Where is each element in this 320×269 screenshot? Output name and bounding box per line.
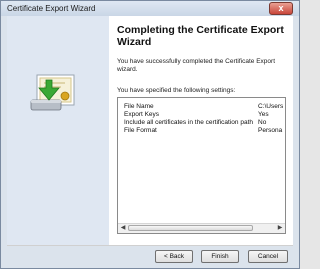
settings-label: You have specified the following setting… [117, 87, 236, 94]
wizard-window: Certificate Export Wizard x Completing t… [0, 0, 300, 269]
page-title: Completing the Certificate Export Wizard [117, 24, 284, 48]
window-title: Certificate Export Wizard [7, 4, 96, 13]
cancel-button[interactable]: Cancel [248, 250, 288, 263]
setting-name: Include all certificates in the certific… [124, 119, 253, 126]
scroll-right-icon[interactable]: ▶ [276, 225, 284, 232]
setting-value: C:\Users [258, 103, 284, 110]
setting-value: No [258, 119, 267, 126]
settings-list[interactable]: File Name C:\Users Export Keys Yes Inclu… [117, 97, 286, 234]
wizard-side-panel [7, 16, 109, 245]
finish-button[interactable]: Finish [201, 250, 239, 263]
list-item[interactable]: File Format Persona [124, 127, 285, 135]
setting-value: Yes [258, 111, 269, 118]
horizontal-scrollbar[interactable]: ◀ ▶ [118, 223, 285, 233]
list-item[interactable]: Include all certificates in the certific… [124, 119, 285, 127]
setting-name: File Format [124, 127, 157, 134]
setting-name: File Name [124, 103, 154, 110]
list-item[interactable]: Export Keys Yes [124, 111, 285, 119]
title-bar[interactable]: Certificate Export Wizard x [1, 1, 299, 16]
close-button[interactable]: x [269, 2, 293, 15]
scroll-left-icon[interactable]: ◀ [119, 225, 127, 232]
setting-name: Export Keys [124, 111, 160, 118]
scrollbar-thumb[interactable] [128, 225, 253, 231]
back-button[interactable]: < Back [155, 250, 193, 263]
setting-value: Persona [258, 127, 283, 134]
wizard-page: Completing the Certificate Export Wizard… [7, 16, 293, 246]
certificate-export-icon [30, 74, 75, 111]
list-item[interactable]: File Name C:\Users [124, 103, 285, 111]
close-icon: x [278, 3, 284, 13]
completion-description: You have successfully completed the Cert… [117, 58, 276, 73]
